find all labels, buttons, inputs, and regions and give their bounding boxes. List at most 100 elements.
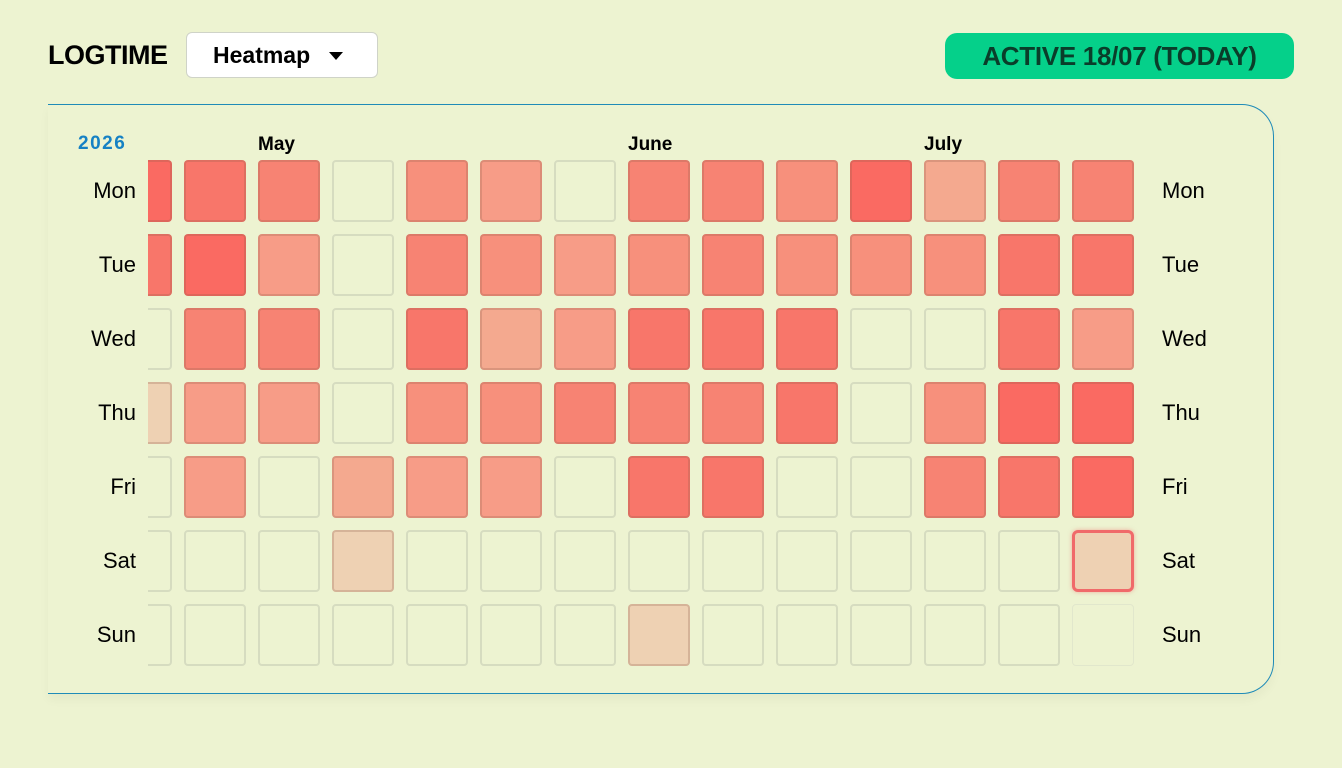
day-cell[interactable] <box>258 160 320 222</box>
day-cell[interactable] <box>850 530 912 592</box>
day-cell[interactable] <box>554 530 616 592</box>
day-cell[interactable] <box>628 160 690 222</box>
day-cell[interactable] <box>628 382 690 444</box>
day-cell[interactable] <box>924 160 986 222</box>
day-cell[interactable] <box>850 604 912 666</box>
day-cell[interactable] <box>184 234 246 296</box>
day-cell[interactable] <box>924 308 986 370</box>
day-cell[interactable] <box>776 308 838 370</box>
day-cell[interactable] <box>332 234 394 296</box>
day-cell[interactable] <box>332 382 394 444</box>
day-cell[interactable] <box>480 308 542 370</box>
day-cell[interactable] <box>332 604 394 666</box>
day-cell[interactable] <box>1072 160 1134 222</box>
day-cell[interactable] <box>258 382 320 444</box>
day-cell[interactable] <box>148 382 172 444</box>
day-cell[interactable] <box>776 604 838 666</box>
day-cell[interactable] <box>554 160 616 222</box>
day-cell[interactable] <box>332 530 394 592</box>
day-cell[interactable] <box>628 530 690 592</box>
day-cell[interactable] <box>258 234 320 296</box>
day-cell[interactable] <box>998 234 1060 296</box>
day-cell[interactable] <box>1072 234 1134 296</box>
day-cell[interactable] <box>702 604 764 666</box>
day-cell[interactable] <box>850 382 912 444</box>
day-cell[interactable] <box>702 308 764 370</box>
day-cell[interactable] <box>924 382 986 444</box>
weekday-label-right: Fri <box>1162 474 1188 499</box>
day-cell[interactable] <box>850 456 912 518</box>
day-cell[interactable] <box>628 456 690 518</box>
day-cell[interactable] <box>776 456 838 518</box>
day-cell[interactable] <box>406 160 468 222</box>
day-cell[interactable] <box>406 604 468 666</box>
day-cell[interactable] <box>184 604 246 666</box>
day-cell[interactable] <box>998 530 1060 592</box>
day-cell[interactable] <box>332 160 394 222</box>
day-cell[interactable] <box>702 382 764 444</box>
day-cell[interactable] <box>184 160 246 222</box>
day-cell[interactable] <box>850 160 912 222</box>
day-cell[interactable] <box>480 234 542 296</box>
day-cell[interactable] <box>184 382 246 444</box>
day-cell[interactable] <box>406 234 468 296</box>
day-cell[interactable] <box>480 604 542 666</box>
day-cell[interactable] <box>628 604 690 666</box>
day-cell[interactable] <box>850 234 912 296</box>
day-cell[interactable] <box>850 308 912 370</box>
day-cell[interactable] <box>480 382 542 444</box>
day-cell[interactable] <box>998 604 1060 666</box>
day-cell[interactable] <box>148 234 172 296</box>
day-cell[interactable] <box>554 382 616 444</box>
day-cell[interactable] <box>628 234 690 296</box>
day-cell[interactable] <box>258 308 320 370</box>
day-cell[interactable] <box>998 456 1060 518</box>
day-cell[interactable] <box>480 530 542 592</box>
day-cell[interactable] <box>998 382 1060 444</box>
day-cell[interactable] <box>184 456 246 518</box>
day-cell[interactable] <box>480 160 542 222</box>
day-cell[interactable] <box>554 456 616 518</box>
day-cell[interactable] <box>258 456 320 518</box>
day-cell[interactable] <box>554 308 616 370</box>
day-cell[interactable] <box>702 530 764 592</box>
day-cell[interactable] <box>702 234 764 296</box>
day-cell[interactable] <box>184 530 246 592</box>
day-cell[interactable] <box>998 160 1060 222</box>
day-cell[interactable] <box>406 456 468 518</box>
day-cell[interactable] <box>702 456 764 518</box>
day-cell[interactable] <box>406 308 468 370</box>
day-cell[interactable] <box>184 308 246 370</box>
day-cell[interactable] <box>148 160 172 222</box>
day-cell[interactable] <box>924 234 986 296</box>
day-cell[interactable] <box>554 604 616 666</box>
day-cell[interactable] <box>776 530 838 592</box>
day-cell[interactable] <box>1072 456 1134 518</box>
day-cell[interactable] <box>148 308 172 370</box>
day-cell[interactable] <box>1072 308 1134 370</box>
day-cell[interactable] <box>554 234 616 296</box>
day-cell[interactable] <box>148 456 172 518</box>
day-cell[interactable] <box>702 160 764 222</box>
day-cell[interactable] <box>924 530 986 592</box>
day-cell[interactable] <box>332 308 394 370</box>
view-select-dropdown[interactable]: Heatmap <box>186 32 378 78</box>
day-cell[interactable] <box>1072 604 1134 666</box>
day-cell[interactable] <box>480 456 542 518</box>
day-cell[interactable] <box>776 234 838 296</box>
day-cell[interactable] <box>406 382 468 444</box>
day-cell[interactable] <box>258 530 320 592</box>
day-cell[interactable] <box>148 530 172 592</box>
day-cell-today[interactable] <box>1072 530 1134 592</box>
day-cell[interactable] <box>332 456 394 518</box>
day-cell[interactable] <box>258 604 320 666</box>
day-cell[interactable] <box>1072 382 1134 444</box>
day-cell[interactable] <box>148 604 172 666</box>
day-cell[interactable] <box>628 308 690 370</box>
day-cell[interactable] <box>776 382 838 444</box>
day-cell[interactable] <box>924 456 986 518</box>
day-cell[interactable] <box>776 160 838 222</box>
day-cell[interactable] <box>998 308 1060 370</box>
day-cell[interactable] <box>924 604 986 666</box>
day-cell[interactable] <box>406 530 468 592</box>
